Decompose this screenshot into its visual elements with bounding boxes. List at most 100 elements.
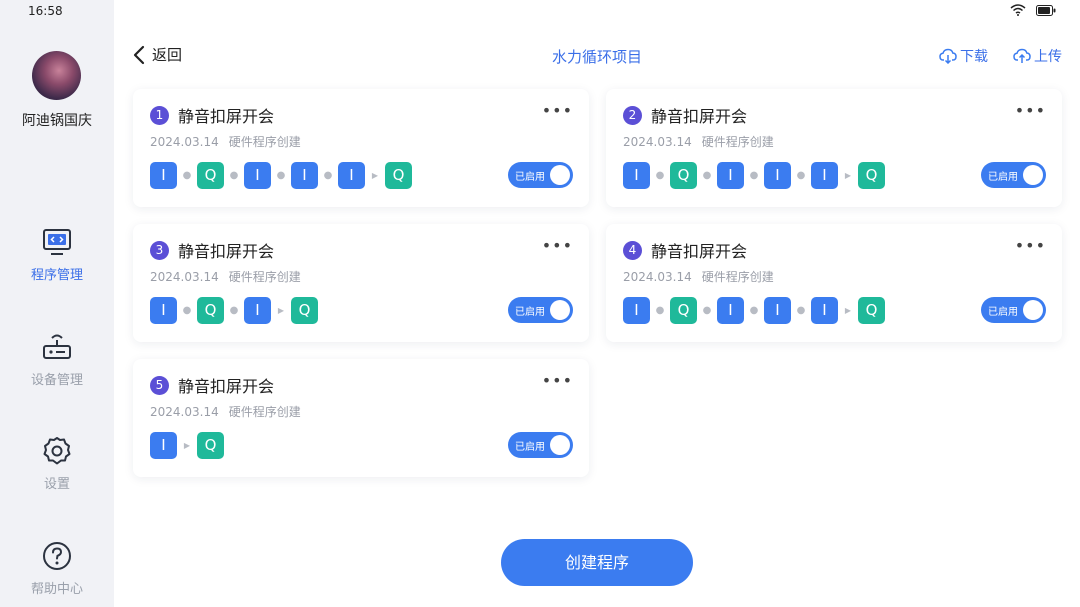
step-block-q[interactable]: Q xyxy=(291,297,318,324)
help-circle-icon xyxy=(43,542,71,570)
step-block-q[interactable]: Q xyxy=(858,162,885,189)
enable-toggle[interactable]: 已启用 xyxy=(508,297,573,323)
enable-toggle[interactable]: 已启用 xyxy=(508,432,573,458)
nav-item-program-management[interactable]: 程序管理 xyxy=(0,226,114,283)
more-options-icon[interactable]: ••• xyxy=(542,236,573,255)
card-date: 2024.03.14 xyxy=(623,270,692,284)
step-block-q[interactable]: Q xyxy=(197,432,224,459)
enable-toggle[interactable]: 已启用 xyxy=(508,162,573,188)
avatar[interactable] xyxy=(32,51,81,100)
more-options-icon[interactable]: ••• xyxy=(542,371,573,390)
dot-separator: ● xyxy=(749,305,759,316)
user-name: 阿迪锅国庆 xyxy=(22,113,92,129)
step-block-i[interactable]: I xyxy=(150,297,177,324)
status-time: 16:58 xyxy=(28,4,63,18)
dot-separator: ● xyxy=(702,305,712,316)
dot-separator: ● xyxy=(796,170,806,181)
card-title: 静音扣屏开会 xyxy=(178,107,275,126)
program-card[interactable]: 2 静音扣屏开会 ••• 2024.03.14 硬件程序创建 I ● Q ● I ● I ● I ▶ Q 已启用 xyxy=(606,89,1062,207)
step-sequence: I ● Q ● I ● I ● I ▶ Q xyxy=(150,162,412,189)
card-date: 2024.03.14 xyxy=(623,135,692,149)
step-block-i[interactable]: I xyxy=(623,162,650,189)
program-card[interactable]: 1 静音扣屏开会 ••• 2024.03.14 硬件程序创建 I ● Q ● I ● I ● I ▶ Q 已启用 xyxy=(133,89,589,207)
monitor-code-icon xyxy=(43,229,71,255)
toggle-label: 已启用 xyxy=(515,307,545,318)
card-title: 静音扣屏开会 xyxy=(651,242,748,261)
upload-button[interactable]: 上传 xyxy=(1013,46,1062,66)
enable-toggle[interactable]: 已启用 xyxy=(981,297,1046,323)
more-options-icon[interactable]: ••• xyxy=(1015,236,1046,255)
download-button[interactable]: 下载 xyxy=(939,46,988,66)
step-block-i[interactable]: I xyxy=(764,162,791,189)
step-block-i[interactable]: I xyxy=(811,162,838,189)
card-number-badge: 4 xyxy=(623,241,642,260)
battery-icon xyxy=(1036,4,1056,16)
gear-icon xyxy=(43,437,71,465)
card-title: 静音扣屏开会 xyxy=(178,242,275,261)
step-block-i[interactable]: I xyxy=(717,162,744,189)
step-block-i[interactable]: I xyxy=(338,162,365,189)
card-meta: 2024.03.14 硬件程序创建 xyxy=(150,133,301,150)
step-block-i[interactable]: I xyxy=(623,297,650,324)
step-block-q[interactable]: Q xyxy=(670,162,697,189)
back-button[interactable]: 返回 xyxy=(132,44,182,65)
arrow-right-icon: ▶ xyxy=(844,306,852,315)
toggle-label: 已启用 xyxy=(515,442,545,453)
step-block-i[interactable]: I xyxy=(244,297,271,324)
arrow-right-icon: ▶ xyxy=(183,441,191,450)
step-block-i[interactable]: I xyxy=(764,297,791,324)
download-label: 下载 xyxy=(960,49,988,65)
more-options-icon[interactable]: ••• xyxy=(542,101,573,120)
card-date: 2024.03.14 xyxy=(150,270,219,284)
toggle-label: 已启用 xyxy=(988,172,1018,183)
step-block-q[interactable]: Q xyxy=(197,297,224,324)
dot-separator: ● xyxy=(182,170,192,181)
toggle-knob xyxy=(550,435,570,455)
step-block-q[interactable]: Q xyxy=(670,297,697,324)
program-card[interactable]: 3 静音扣屏开会 ••• 2024.03.14 硬件程序创建 I ● Q ● I ▶ Q 已启用 xyxy=(133,224,589,342)
step-block-q[interactable]: Q xyxy=(385,162,412,189)
dot-separator: ● xyxy=(655,305,665,316)
arrow-right-icon: ▶ xyxy=(844,171,852,180)
step-block-i[interactable]: I xyxy=(244,162,271,189)
sidebar: 16:58 阿迪锅国庆 程序管理 设备管理 设置 帮助中心 xyxy=(0,0,114,607)
dot-separator: ● xyxy=(749,170,759,181)
nav-item-device-management[interactable]: 设备管理 xyxy=(0,331,114,388)
enable-toggle[interactable]: 已启用 xyxy=(981,162,1046,188)
dot-separator: ● xyxy=(229,170,239,181)
card-meta: 2024.03.14 硬件程序创建 xyxy=(623,133,774,150)
step-block-i[interactable]: I xyxy=(811,297,838,324)
more-options-icon[interactable]: ••• xyxy=(1015,101,1046,120)
status-icons xyxy=(1010,4,1056,16)
step-sequence: I ● Q ● I ▶ Q xyxy=(150,297,318,324)
arrow-right-icon: ▶ xyxy=(371,171,379,180)
step-block-i[interactable]: I xyxy=(150,432,177,459)
card-title: 静音扣屏开会 xyxy=(178,377,275,396)
card-source: 硬件程序创建 xyxy=(701,270,774,284)
nav-label: 设备管理 xyxy=(30,373,83,388)
toggle-label: 已启用 xyxy=(988,307,1018,318)
card-number-badge: 1 xyxy=(150,106,169,125)
page-title: 水力循环项目 xyxy=(551,48,642,66)
cloud-upload-icon xyxy=(1013,48,1031,63)
dot-separator: ● xyxy=(182,305,192,316)
program-card[interactable]: 5 静音扣屏开会 ••• 2024.03.14 硬件程序创建 I ▶ Q 已启用 xyxy=(133,359,589,477)
step-block-q[interactable]: Q xyxy=(197,162,224,189)
step-block-i[interactable]: I xyxy=(717,297,744,324)
nav-item-settings[interactable]: 设置 xyxy=(0,435,114,492)
cloud-download-icon xyxy=(939,48,957,64)
card-title: 静音扣屏开会 xyxy=(651,107,748,126)
step-block-i[interactable]: I xyxy=(150,162,177,189)
toggle-knob xyxy=(1023,300,1043,320)
step-block-i[interactable]: I xyxy=(291,162,318,189)
card-source: 硬件程序创建 xyxy=(228,135,301,149)
toggle-knob xyxy=(550,300,570,320)
dot-separator: ● xyxy=(655,170,665,181)
nav-item-help-center[interactable]: 帮助中心 xyxy=(0,540,114,597)
step-block-q[interactable]: Q xyxy=(858,297,885,324)
create-program-button[interactable]: 创建程序 xyxy=(501,539,693,586)
dot-separator: ● xyxy=(229,305,239,316)
program-card[interactable]: 4 静音扣屏开会 ••• 2024.03.14 硬件程序创建 I ● Q ● I ● I ● I ▶ Q 已启用 xyxy=(606,224,1062,342)
card-number-badge: 3 xyxy=(150,241,169,260)
arrow-right-icon: ▶ xyxy=(277,306,285,315)
